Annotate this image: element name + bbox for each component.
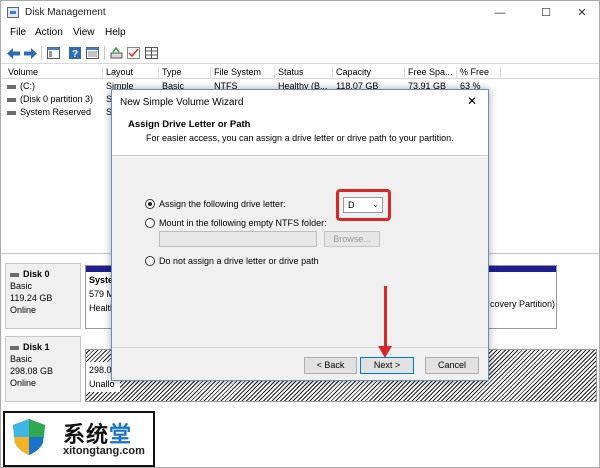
column-volume[interactable]: Volume xyxy=(5,67,103,79)
annotation-arrow-shaft xyxy=(384,286,387,350)
next-button[interactable]: Next > xyxy=(360,357,414,374)
disk-management-app-icon xyxy=(7,7,19,18)
svg-text:?: ? xyxy=(72,49,78,59)
column-capacity[interactable]: Capacity xyxy=(333,67,405,79)
toolbar-separator xyxy=(41,46,42,60)
disk-name: Disk 0 xyxy=(23,269,50,279)
dialog-header: Assign Drive Letter or Path For easier a… xyxy=(112,112,488,156)
close-button[interactable]: ✕ xyxy=(568,4,596,22)
check-icon[interactable] xyxy=(126,46,141,60)
disk-size: 298.08 GB xyxy=(10,366,54,376)
properties-icon[interactable] xyxy=(85,46,100,60)
column-layout[interactable]: Layout xyxy=(103,67,159,79)
menu-help[interactable]: Help xyxy=(105,27,126,38)
menu-action[interactable]: Action xyxy=(35,27,63,38)
dialog-body: Assign the following drive letter: D ⌄ M… xyxy=(112,157,488,347)
disk-state: Online xyxy=(10,378,37,388)
radio-unselected-icon xyxy=(145,256,155,266)
column-status[interactable]: Status xyxy=(275,67,333,79)
menu-view[interactable]: View xyxy=(73,27,95,38)
help-icon[interactable]: ? xyxy=(67,46,82,60)
radio-unselected-icon xyxy=(145,218,155,228)
shield-logo-icon xyxy=(13,419,45,455)
menu-file[interactable]: File xyxy=(10,27,26,38)
radio-mount-folder-label: Mount in the following empty NTFS folder… xyxy=(159,218,327,228)
dialog-subheading: For easier access, you can assign a driv… xyxy=(146,133,454,143)
connect-icon[interactable] xyxy=(109,46,124,60)
recovery-partition-label: covery Partition) xyxy=(490,299,556,309)
volume-name: (Disk 0 partition 3) xyxy=(20,94,94,104)
window-title: Disk Management xyxy=(25,7,106,18)
new-simple-volume-wizard: New Simple Volume Wizard ✕ Assign Drive … xyxy=(111,89,489,381)
radio-assign-letter[interactable]: Assign the following drive letter: xyxy=(145,199,286,209)
column-type[interactable]: Type xyxy=(159,67,211,79)
disk-management-window: Disk Management — ☐ ✕ File Action View H… xyxy=(0,0,600,468)
volume-icon xyxy=(7,84,16,89)
radio-assign-letter-label: Assign the following drive letter: xyxy=(159,199,286,209)
radio-no-letter-label: Do not assign a drive letter or drive pa… xyxy=(159,256,319,266)
column-file-system[interactable]: File System xyxy=(211,67,275,79)
radio-mount-folder[interactable]: Mount in the following empty NTFS folder… xyxy=(145,218,327,228)
menu-bar: File Action View Help xyxy=(1,25,599,42)
annotation-arrow-head xyxy=(378,346,392,358)
column-free-space[interactable]: Free Spa... xyxy=(405,67,457,79)
volume-list-header: Volume Layout Type File System Status Ca… xyxy=(1,65,599,79)
dialog-heading: Assign Drive Letter or Path xyxy=(128,119,251,130)
disk-name: Disk 1 xyxy=(23,342,50,352)
volume-name: System Reserved xyxy=(20,107,92,117)
volume-icon xyxy=(7,97,16,102)
partition-status: Healtl xyxy=(89,303,113,313)
recovery-partition[interactable]: covery Partition) xyxy=(487,265,557,329)
disk-1-label[interactable]: Disk 1 Basic 298.08 GB Online xyxy=(5,336,81,402)
volume-name: (C:) xyxy=(20,81,35,91)
toolbar-separator xyxy=(104,46,105,60)
title-bar: Disk Management — ☐ ✕ xyxy=(1,1,599,25)
watermark-url: xitongtang.com xyxy=(63,445,145,457)
disk-0-label[interactable]: Disk 0 Basic 119.24 GB Online xyxy=(5,263,81,329)
maximize-button[interactable]: ☐ xyxy=(532,4,560,22)
radio-selected-icon xyxy=(145,199,155,209)
forward-arrow-icon[interactable] xyxy=(23,46,38,60)
column-percent-free[interactable]: % Free xyxy=(457,67,501,79)
grid-icon[interactable] xyxy=(144,46,159,60)
dialog-title: New Simple Volume Wizard xyxy=(120,97,244,108)
back-arrow-icon[interactable] xyxy=(6,46,21,60)
dialog-footer: < Back Next > Cancel xyxy=(112,347,488,380)
ntfs-folder-input[interactable] xyxy=(159,231,317,247)
disk-state: Online xyxy=(10,305,37,315)
radio-no-letter[interactable]: Do not assign a drive letter or drive pa… xyxy=(145,256,319,266)
site-watermark: 系统堂 xitongtang.com xyxy=(3,411,155,467)
back-button[interactable]: < Back xyxy=(304,357,357,374)
toolbar: ? xyxy=(1,42,599,64)
partition-size: 579 M xyxy=(89,289,115,299)
drive-letter-value: D xyxy=(348,200,355,210)
disk-icon xyxy=(10,272,19,277)
chevron-down-icon: ⌄ xyxy=(372,200,379,209)
minimize-button[interactable]: — xyxy=(486,4,514,22)
disk-size: 119.24 GB xyxy=(10,293,53,303)
browse-button[interactable]: Browse... xyxy=(324,231,380,247)
dialog-close-button[interactable]: ✕ xyxy=(462,93,482,109)
partition-label: Syster xyxy=(89,275,115,285)
disk-kind: Basic xyxy=(10,281,33,291)
drive-letter-select[interactable]: D ⌄ xyxy=(343,197,383,213)
disk-kind: Basic xyxy=(10,354,33,364)
volume-icon xyxy=(7,110,16,115)
cancel-button[interactable]: Cancel xyxy=(425,357,479,374)
console-tree-icon[interactable] xyxy=(46,46,61,60)
disk-icon xyxy=(10,345,19,350)
